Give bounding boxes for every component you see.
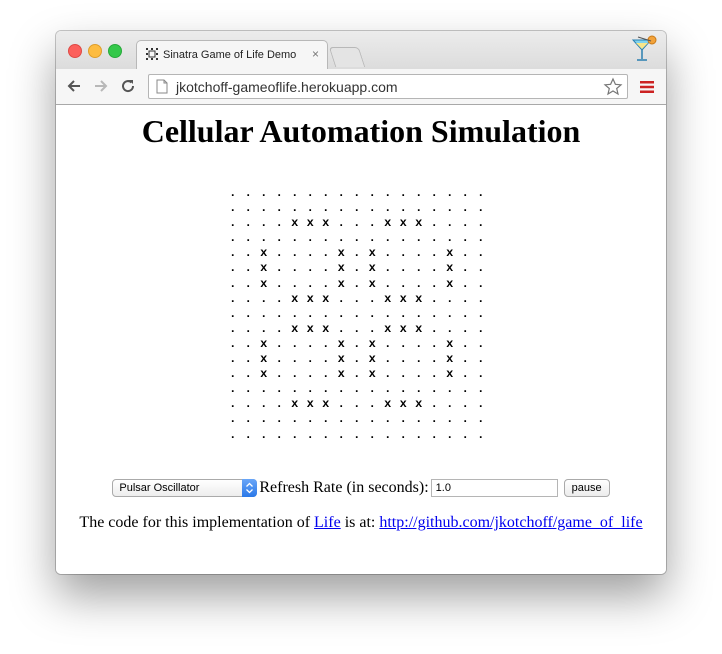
refresh-rate-label: Refresh Rate (in seconds): <box>259 479 429 497</box>
grid-row: ................. <box>229 231 485 246</box>
grid-row: ................. <box>229 201 485 216</box>
select-arrow-icon <box>242 479 258 498</box>
reload-icon[interactable] <box>120 78 136 94</box>
url-text: jkotchoff-gameoflife.herokuapp.com <box>176 79 398 95</box>
pattern-select[interactable]: Pulsar Oscillator <box>112 479 258 498</box>
minimize-window-icon[interactable] <box>88 44 102 58</box>
menu-icon[interactable] <box>640 81 654 93</box>
forward-arrow-icon[interactable] <box>93 78 109 94</box>
page-title: Cellular Automation Simulation <box>141 113 581 149</box>
browser-toolbar: jkotchoff-gameoflife.herokuapp.com <box>56 69 666 105</box>
grid-row: ................. <box>229 382 485 397</box>
footer-text: The code for this implementation of Life… <box>56 514 666 532</box>
close-window-icon[interactable] <box>68 44 82 58</box>
back-arrow-icon[interactable] <box>66 78 82 94</box>
page-content: Cellular Automation Simulation .........… <box>56 105 666 574</box>
grid-row: ................. <box>229 412 485 427</box>
grid-row: ....xxx...xxx.... <box>229 291 485 306</box>
game-of-life-favicon <box>146 48 158 60</box>
grid-row: ................. <box>229 427 485 442</box>
grid-row: ..x....x.x....x.. <box>229 261 485 276</box>
grid-row: ................. <box>229 306 485 321</box>
footer-prefix: The code for this implementation of <box>79 514 311 531</box>
footer-mid: is at: <box>344 514 376 531</box>
pause-button[interactable]: pause <box>563 479 610 498</box>
address-bar[interactable]: jkotchoff-gameoflife.herokuapp.com <box>148 74 628 99</box>
life-link[interactable]: Life <box>314 514 341 531</box>
grid-row: ..x....x.x....x.. <box>229 367 485 382</box>
tab-title: Sinatra Game of Life Demo <box>163 49 297 61</box>
cocktail-profile-icon[interactable] <box>630 34 662 64</box>
grid-row: ....xxx...xxx.... <box>229 321 485 336</box>
game-of-life-grid: ......................................xx… <box>225 186 489 443</box>
browser-tab[interactable]: Sinatra Game of Life Demo × <box>136 40 328 69</box>
grid-row: ................. <box>229 186 485 200</box>
repository-link[interactable]: http://github.com/jkotchoff/game_of_life <box>379 514 642 531</box>
new-tab-button[interactable] <box>328 47 366 67</box>
grid-row: ..x....x.x....x.. <box>229 246 485 261</box>
grid-row: ..x....x.x....x.. <box>229 336 485 351</box>
star-icon[interactable] <box>603 77 623 97</box>
grid-row: ..x....x.x....x.. <box>229 276 485 291</box>
page-icon <box>156 79 168 94</box>
grid-row: ....xxx...xxx.... <box>229 397 485 412</box>
browser-window: Sinatra Game of Life Demo × jkotchoff-ga… <box>56 31 666 574</box>
pattern-select-value: Pulsar Oscillator <box>119 482 200 495</box>
maximize-window-icon[interactable] <box>108 44 122 58</box>
grid-row: ..x....x.x....x.. <box>229 352 485 367</box>
grid-row: ....xxx...xxx.... <box>229 216 485 231</box>
refresh-rate-input[interactable]: 1.0 <box>430 479 558 498</box>
tab-close-icon[interactable]: × <box>312 47 319 61</box>
simulation-controls: Pulsar Oscillator Refresh Rate (in secon… <box>56 479 666 498</box>
tab-strip: Sinatra Game of Life Demo × <box>56 31 666 69</box>
